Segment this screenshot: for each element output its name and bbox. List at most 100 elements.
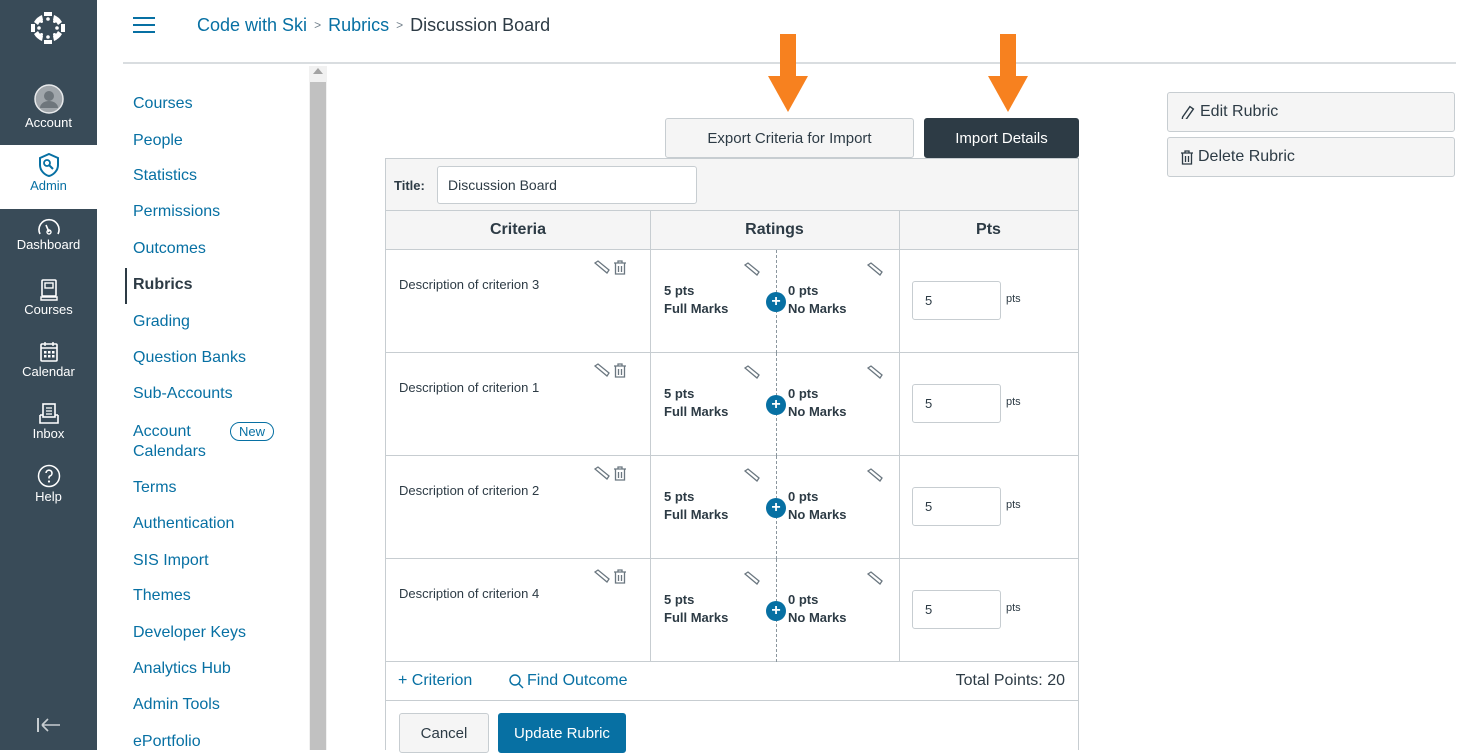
dashboard-gauge-icon	[37, 218, 60, 235]
scroll-up-icon[interactable]	[313, 68, 323, 74]
cancel-button[interactable]: Cancel	[399, 713, 489, 753]
rating-none[interactable]: 0 pts No Marks	[788, 488, 847, 524]
column-header-pts: Pts	[976, 221, 1001, 238]
find-outcome-link[interactable]: Find Outcome	[508, 672, 627, 690]
edit-rubric-button[interactable]: Edit Rubric	[1167, 92, 1455, 132]
global-nav-inbox[interactable]: Inbox	[0, 403, 97, 449]
criterion-description: Description of criterion 2	[399, 483, 540, 498]
section-nav-sis-import[interactable]: SIS Import	[133, 551, 209, 571]
section-nav-courses[interactable]: Courses	[133, 94, 193, 114]
rating-full[interactable]: 5 pts Full Marks	[664, 488, 728, 524]
admin-shield-icon	[38, 153, 59, 177]
criterion-row: Description of criterion 4 5 pts Full Mar…	[386, 559, 1078, 662]
import-details-button[interactable]: Import Details	[924, 118, 1079, 158]
criterion-description: Description of criterion 1	[399, 380, 540, 395]
rating-none[interactable]: 0 pts No Marks	[788, 385, 847, 421]
global-nav-help-label: Help	[35, 489, 62, 504]
title-label: Title:	[394, 178, 425, 193]
criterion-points-input[interactable]	[912, 281, 1001, 320]
breadcrumb-rubrics[interactable]: Rubrics	[328, 15, 389, 35]
rating-full[interactable]: 5 pts Full Marks	[664, 282, 728, 318]
pencil-icon[interactable]	[867, 365, 883, 379]
find-outcome-label: Find Outcome	[527, 672, 628, 689]
column-header-ratings: Ratings	[745, 221, 804, 238]
pencil-icon[interactable]	[867, 262, 883, 276]
active-indicator	[125, 268, 127, 304]
rating-points: 5 pts	[664, 592, 695, 607]
points-unit-label: pts	[1006, 396, 1021, 408]
section-nav-outcomes[interactable]: Outcomes	[133, 239, 206, 259]
trash-icon	[1181, 149, 1193, 165]
global-nav-calendar-label: Calendar	[22, 364, 75, 379]
section-nav-scrollbar[interactable]	[309, 66, 327, 750]
pencil-icon[interactable]	[744, 571, 760, 585]
rating-label: No Marks	[788, 610, 847, 625]
rating-label: Full Marks	[664, 507, 729, 522]
rubric-title-input[interactable]	[437, 166, 697, 204]
add-rating-icon[interactable]: +	[766, 498, 786, 518]
global-nav-dashboard[interactable]: Dashboard	[0, 218, 97, 264]
pencil-icon[interactable]	[744, 468, 760, 482]
global-nav-account[interactable]: Account	[0, 84, 97, 144]
section-nav-question-banks[interactable]: Question Banks	[133, 348, 246, 368]
pencil-icon[interactable]	[594, 569, 610, 583]
rating-points: 0 pts	[788, 489, 819, 504]
section-nav-statistics[interactable]: Statistics	[133, 166, 197, 186]
add-rating-icon[interactable]: +	[766, 292, 786, 312]
add-criterion-link[interactable]: + Criterion	[398, 672, 472, 690]
trash-icon[interactable]	[613, 569, 627, 584]
pencil-icon[interactable]	[594, 466, 610, 480]
pencil-icon[interactable]	[594, 260, 610, 274]
rubric-title-row: Title:	[386, 159, 1078, 211]
rubric-header-row: Criteria Ratings Pts	[386, 211, 1078, 250]
delete-rubric-button[interactable]: Delete Rubric	[1167, 137, 1455, 177]
add-rating-icon[interactable]: +	[766, 601, 786, 621]
criterion-points-input[interactable]	[912, 384, 1001, 423]
update-rubric-button[interactable]: Update Rubric	[498, 713, 626, 753]
section-nav-rubrics[interactable]: Rubrics	[133, 275, 193, 295]
criterion-points-input[interactable]	[912, 590, 1001, 629]
rating-none[interactable]: 0 pts No Marks	[788, 282, 847, 318]
canvas-logo-icon[interactable]	[28, 8, 68, 48]
rating-full[interactable]: 5 pts Full Marks	[664, 591, 728, 627]
section-nav-permissions[interactable]: Permissions	[133, 202, 220, 222]
hamburger-menu-icon[interactable]	[133, 17, 155, 33]
global-nav-inbox-label: Inbox	[32, 426, 65, 441]
section-nav-eportfolio[interactable]: ePortfolio	[133, 732, 201, 752]
scroll-thumb[interactable]	[310, 82, 326, 750]
section-nav-admin-tools[interactable]: Admin Tools	[133, 695, 220, 715]
rating-none[interactable]: 0 pts No Marks	[788, 591, 847, 627]
criterion-row: Description of criterion 3 5 pts Full Mar…	[386, 250, 1078, 353]
rubric-footer-row: + Criterion Find Outcome Total Points: 2…	[386, 661, 1078, 701]
section-nav-people[interactable]: People	[133, 131, 183, 151]
pencil-icon[interactable]	[744, 262, 760, 276]
criterion-points-input[interactable]	[912, 487, 1001, 526]
breadcrumb-account[interactable]: Code with Ski	[197, 15, 307, 35]
annotation-arrow-import	[988, 34, 1028, 112]
global-nav-account-label: Account	[25, 115, 72, 130]
trash-icon[interactable]	[613, 260, 627, 275]
section-nav-authentication[interactable]: Authentication	[133, 514, 234, 534]
trash-icon[interactable]	[613, 363, 627, 378]
rating-full[interactable]: 5 pts Full Marks	[664, 385, 728, 421]
global-nav-courses[interactable]: Courses	[0, 279, 97, 325]
pencil-icon[interactable]	[867, 468, 883, 482]
pencil-icon[interactable]	[594, 363, 610, 377]
breadcrumb-current: Discussion Board	[410, 15, 551, 35]
collapse-nav-icon[interactable]	[36, 717, 62, 733]
add-rating-icon[interactable]: +	[766, 395, 786, 415]
section-nav-analytics-hub[interactable]: Analytics Hub	[133, 659, 231, 679]
section-nav-themes[interactable]: Themes	[133, 586, 191, 606]
global-nav-admin[interactable]: Admin	[0, 145, 97, 209]
section-nav-grading[interactable]: Grading	[133, 312, 190, 332]
global-nav-calendar[interactable]: Calendar	[0, 341, 97, 387]
pencil-icon[interactable]	[867, 571, 883, 585]
section-nav-terms[interactable]: Terms	[133, 478, 177, 498]
section-nav-developer-keys[interactable]: Developer Keys	[133, 623, 246, 643]
section-nav-sub-accounts[interactable]: Sub-Accounts	[133, 384, 233, 404]
section-nav-account-calendars[interactable]: Account Calendars	[133, 422, 218, 462]
trash-icon[interactable]	[613, 466, 627, 481]
export-criteria-button[interactable]: Export Criteria for Import	[665, 118, 914, 158]
global-nav-help[interactable]: Help	[0, 464, 97, 510]
pencil-icon[interactable]	[744, 365, 760, 379]
